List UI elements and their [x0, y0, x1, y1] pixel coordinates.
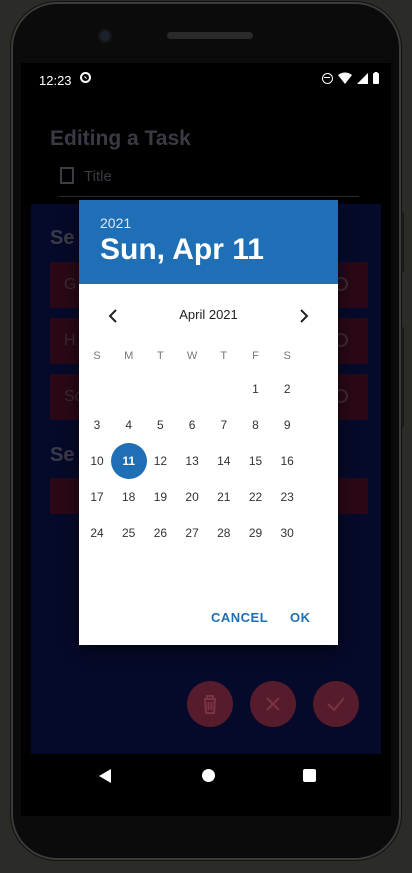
- weekday-label: T: [157, 350, 164, 362]
- option-label: G: [64, 276, 77, 293]
- title-field[interactable]: Title: [59, 164, 359, 197]
- document-icon: [60, 167, 74, 184]
- check-icon: [327, 697, 345, 712]
- day-cell-selected[interactable]: 11: [110, 443, 147, 479]
- close-icon: [266, 697, 280, 711]
- day-cell[interactable]: 19: [142, 479, 178, 515]
- title-placeholder: Title: [84, 168, 112, 185]
- earpiece-speaker: [167, 32, 253, 39]
- day-cell[interactable]: 3: [79, 407, 115, 443]
- date-picker-header: 2021 Sun, Apr 11: [79, 200, 338, 284]
- day-cell[interactable]: 13: [174, 443, 210, 479]
- day-cell[interactable]: 28: [206, 515, 242, 551]
- weekday-label: S: [283, 350, 291, 362]
- day-cell[interactable]: 23: [269, 479, 305, 515]
- option-label: H: [64, 332, 76, 349]
- cancel-fab-button[interactable]: [250, 681, 296, 727]
- weekday-label: W: [186, 350, 198, 362]
- section-heading-1: Se: [50, 227, 75, 249]
- day-cell[interactable]: 18: [111, 479, 147, 515]
- day-cell[interactable]: 7: [206, 407, 242, 443]
- day-cell[interactable]: 9: [269, 407, 305, 443]
- day-cell[interactable]: 2: [269, 371, 305, 407]
- home-icon[interactable]: [202, 769, 215, 782]
- day-cell[interactable]: 5: [142, 407, 178, 443]
- day-cell[interactable]: 24: [79, 515, 115, 551]
- weekday-label: T: [220, 350, 228, 362]
- day-cell[interactable]: 15: [238, 443, 274, 479]
- status-time: 12:23: [39, 73, 72, 88]
- trash-icon: [204, 695, 216, 714]
- signal-icon: [357, 72, 368, 84]
- day-cell[interactable]: 4: [111, 407, 147, 443]
- recent-apps-icon[interactable]: [303, 769, 316, 782]
- selected-date-label: Sun, Apr 11: [100, 233, 264, 266]
- volume-button: [401, 212, 404, 272]
- back-icon[interactable]: [99, 769, 111, 783]
- day-cell[interactable]: 30: [269, 515, 305, 551]
- day-cell[interactable]: 1: [238, 371, 274, 407]
- page-title: Editing a Task: [50, 127, 191, 150]
- weekday-label: F: [252, 350, 259, 362]
- day-cell[interactable]: 14: [206, 443, 242, 479]
- data-saver-icon: [80, 72, 91, 83]
- day-cell[interactable]: 16: [269, 443, 305, 479]
- save-fab-button[interactable]: [313, 681, 359, 727]
- do-not-disturb-icon: [322, 72, 333, 84]
- weekday-label: S: [93, 350, 101, 362]
- weekday-label: M: [124, 350, 134, 362]
- battery-icon: [373, 72, 379, 84]
- cancel-button[interactable]: CANCEL: [211, 610, 268, 625]
- day-cell[interactable]: 25: [111, 515, 147, 551]
- day-cell[interactable]: 29: [238, 515, 274, 551]
- wifi-icon: [338, 72, 352, 84]
- day-cell[interactable]: 22: [238, 479, 274, 515]
- screen: 12:23 Editing a Task Title Se G H Sc Se: [21, 63, 391, 816]
- day-cell[interactable]: 27: [174, 515, 210, 551]
- date-picker-dialog: 2021 Sun, Apr 11 April 2021 SMTWTFS 1234…: [79, 200, 338, 645]
- day-cell[interactable]: 6: [174, 407, 210, 443]
- year-label[interactable]: 2021: [100, 215, 131, 231]
- day-cell[interactable]: 21: [206, 479, 242, 515]
- ok-button[interactable]: OK: [290, 610, 311, 625]
- power-button: [401, 327, 404, 427]
- day-cell[interactable]: 17: [79, 479, 115, 515]
- day-cell[interactable]: 10: [79, 443, 115, 479]
- chevron-right-icon[interactable]: [292, 304, 316, 328]
- day-cell[interactable]: 26: [142, 515, 178, 551]
- navigation-bar: [21, 754, 391, 798]
- delete-button[interactable]: [187, 681, 233, 727]
- day-cell[interactable]: 8: [238, 407, 274, 443]
- status-bar: 12:23: [21, 63, 391, 95]
- section-heading-2: Se: [50, 444, 75, 466]
- day-cell[interactable]: 12: [142, 443, 178, 479]
- front-camera: [100, 31, 110, 41]
- day-cell[interactable]: 20: [174, 479, 210, 515]
